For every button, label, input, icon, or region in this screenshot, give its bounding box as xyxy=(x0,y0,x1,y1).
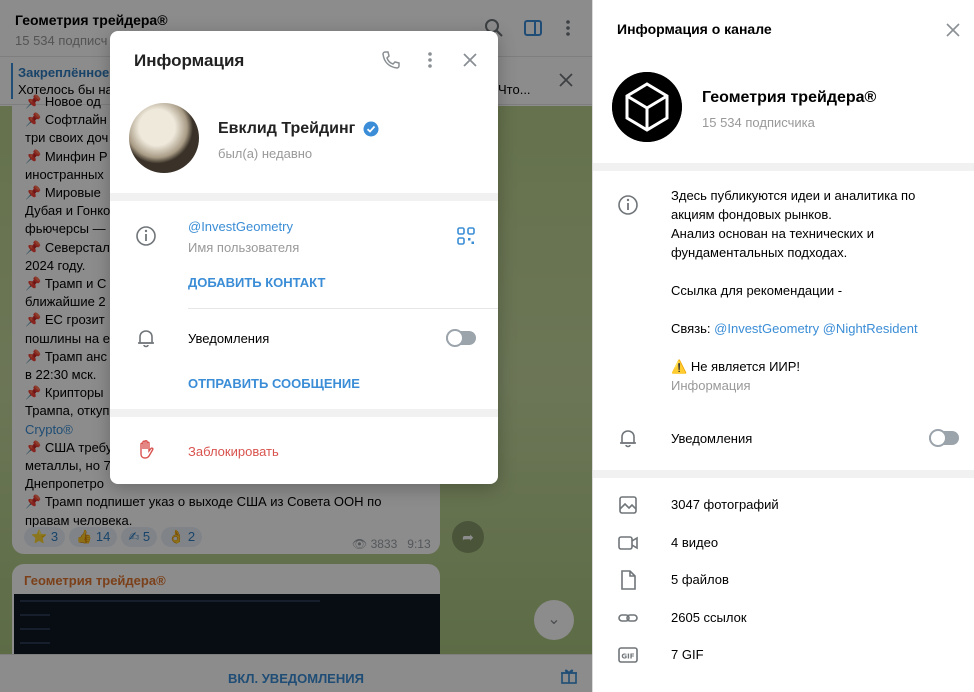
channel-avatar[interactable] xyxy=(612,72,682,142)
warning-line: ⚠️ Не является ИИР! xyxy=(671,357,961,376)
notifications-toggle[interactable] xyxy=(446,329,476,347)
channel-name: Геометрия трейдера® xyxy=(702,89,877,106)
description-line: фундаментальных подходах. xyxy=(671,245,848,260)
file-icon xyxy=(621,570,636,590)
block-hand-icon xyxy=(140,440,154,459)
contact-link-investgeometry[interactable]: @InvestGeometry xyxy=(714,321,819,336)
section-divider xyxy=(593,470,974,478)
media-count-file[interactable]: 5 файлов xyxy=(671,572,729,587)
description-line xyxy=(671,300,961,319)
media-count-photo[interactable]: 3047 фотографий xyxy=(671,497,779,512)
user-status: был(а) недавно xyxy=(218,146,313,161)
send-message-button[interactable]: ОТПРАВИТЬ СООБЩЕНИЕ xyxy=(188,376,360,391)
verified-icon xyxy=(363,121,379,137)
description-line: Ссылка для рекомендации - xyxy=(671,283,843,298)
info-icon xyxy=(618,195,638,215)
contact-link-nightresident[interactable]: @NightResident xyxy=(823,321,918,336)
svg-text:GIF: GIF xyxy=(621,653,634,661)
description-line: Анализ основан на технических и xyxy=(671,226,874,241)
media-count-gif[interactable]: 7 GIF xyxy=(671,647,704,662)
close-icon[interactable] xyxy=(945,22,961,38)
toggle-knob xyxy=(446,329,464,347)
description-line: Здесь публикуются идеи и аналитика по xyxy=(671,188,916,203)
dialog-title: Информация xyxy=(134,51,245,70)
contact-line: Связь: @InvestGeometry @NightResident xyxy=(671,319,961,338)
username-link[interactable]: @InvestGeometry xyxy=(188,219,293,234)
info-label: Информация xyxy=(671,378,751,393)
notifications-label: Уведомления xyxy=(671,431,753,446)
qr-code-icon[interactable] xyxy=(457,227,475,245)
toggle-knob xyxy=(929,429,947,447)
add-contact-button[interactable]: ДОБАВИТЬ КОНТАКТ xyxy=(188,275,325,290)
channel-subscribers: 15 534 подписчика xyxy=(702,115,815,130)
channel-info-panel: Информация о канале Геометрия трейдера® … xyxy=(592,0,974,692)
row-divider xyxy=(188,308,498,309)
description-line xyxy=(671,338,961,357)
warning-text: Не является ИИР! xyxy=(690,359,801,374)
username-label: Имя пользователя xyxy=(188,240,300,255)
user-avatar[interactable] xyxy=(129,103,199,173)
contact-prefix: Связь: xyxy=(671,321,715,336)
user-info-dialog: Информация Евклид Трейдинг был(а) недавн… xyxy=(110,31,498,484)
link-icon xyxy=(618,613,638,622)
section-divider xyxy=(110,193,498,201)
photo-icon xyxy=(619,496,637,514)
block-user-button[interactable]: Заблокировать xyxy=(188,444,279,459)
notifications-toggle[interactable] xyxy=(929,429,959,447)
bell-icon xyxy=(620,430,636,448)
gif-icon: GIF xyxy=(618,647,638,663)
media-count-link[interactable]: 2605 ссылок xyxy=(671,610,747,625)
section-divider xyxy=(593,163,974,171)
more-icon[interactable] xyxy=(420,50,440,70)
section-divider xyxy=(110,409,498,417)
phone-icon[interactable] xyxy=(381,50,401,70)
video-icon xyxy=(618,535,638,550)
panel-title: Информация о канале xyxy=(617,21,772,37)
channel-description: Здесь публикуются идеи и аналитика по ак… xyxy=(671,186,961,376)
media-count-video[interactable]: 4 видео xyxy=(671,535,718,550)
close-icon[interactable] xyxy=(460,50,480,70)
notifications-label: Уведомления xyxy=(188,331,270,346)
description-line xyxy=(671,262,961,281)
user-name: Евклид Трейдинг xyxy=(218,120,356,137)
description-line: акциям фондовых рынков. xyxy=(671,207,832,222)
warning-icon: ⚠️ xyxy=(671,359,688,374)
bell-icon xyxy=(138,330,154,348)
info-icon xyxy=(136,226,156,246)
